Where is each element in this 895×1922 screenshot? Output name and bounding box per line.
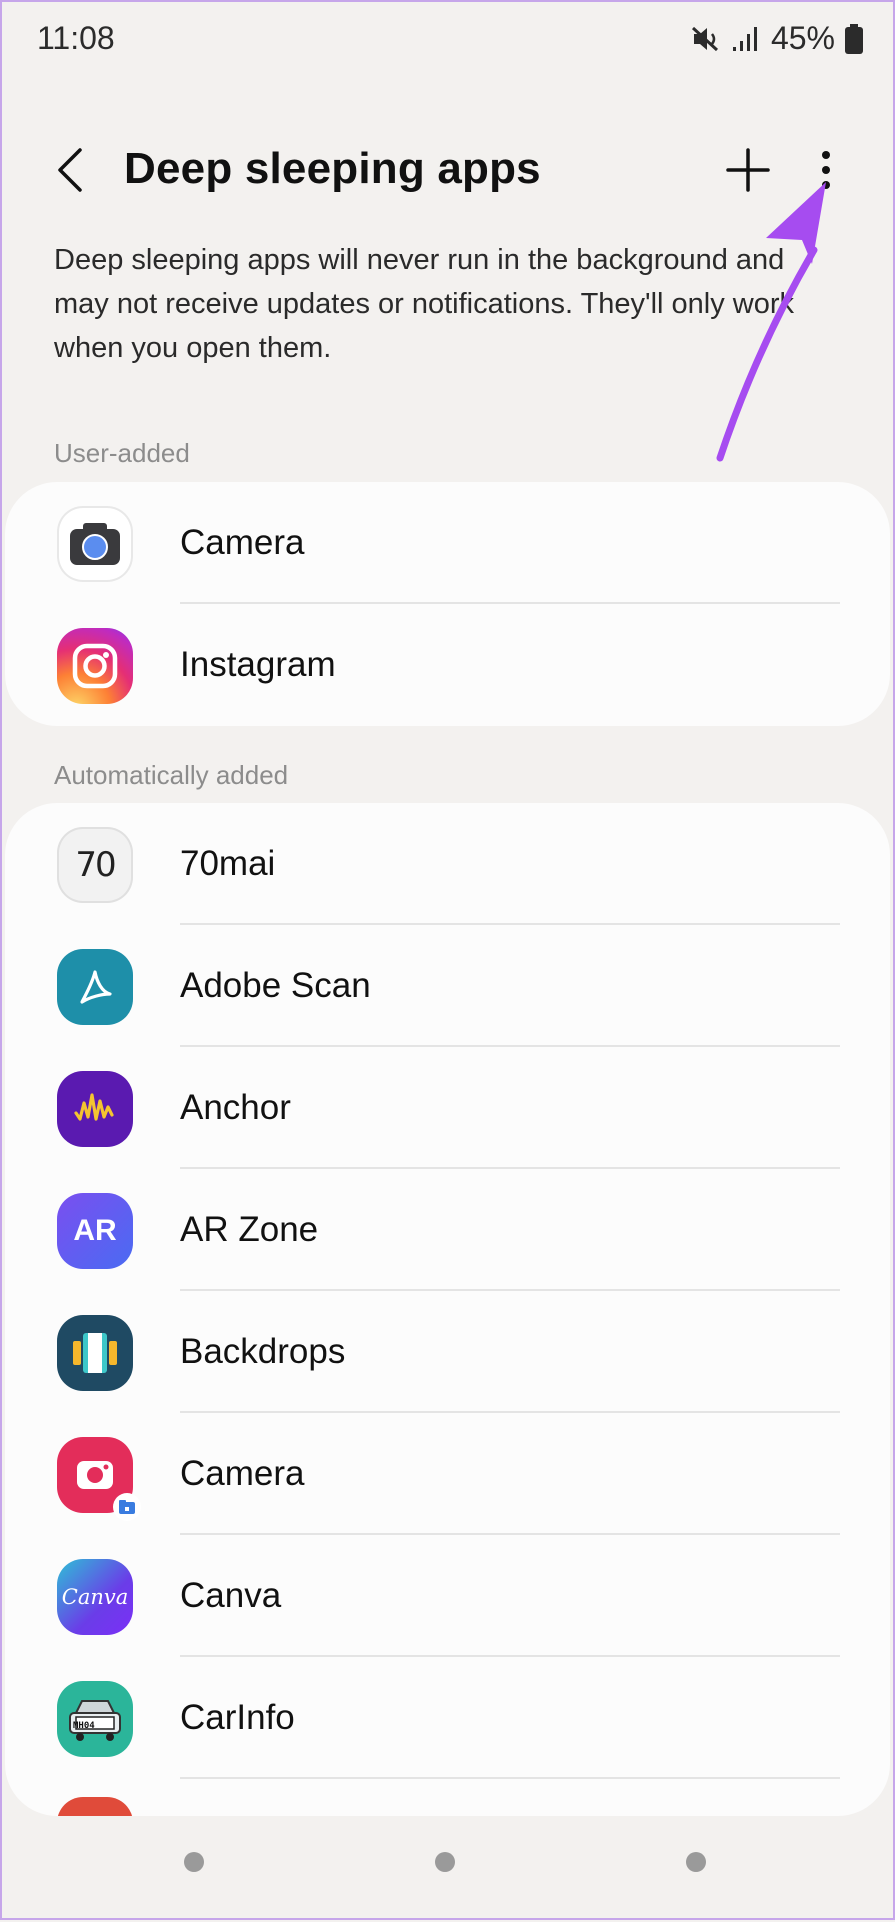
app-name: AR Zone	[180, 1210, 319, 1249]
back-icon	[56, 147, 84, 197]
app-name: Camera	[180, 523, 305, 562]
list-item-anchor[interactable]: Anchor	[5, 1047, 890, 1169]
app-name: 70mai	[180, 844, 276, 883]
secure-folder-badge-icon	[113, 1493, 141, 1521]
auto-added-card: 70 70mai Adobe Scan Anchor AR AR Zone Ba…	[5, 803, 890, 1816]
camera-secure-icon	[57, 1437, 141, 1521]
list-item-camera-secure[interactable]: Camera	[5, 1413, 890, 1535]
anchor-icon	[57, 1071, 133, 1147]
page-title: Deep sleeping apps	[124, 144, 541, 193]
battery-percent: 45%	[770, 20, 835, 56]
user-added-card: Camera Instagram	[5, 482, 890, 726]
more-vert-icon	[821, 150, 831, 195]
app-name: CarInfo	[180, 1698, 295, 1737]
plus-icon	[726, 147, 770, 197]
list-item-backdrops[interactable]: Backdrops	[5, 1291, 890, 1413]
app-name: Anchor	[180, 1088, 291, 1127]
list-item-ar-zone[interactable]: AR AR Zone	[5, 1169, 890, 1291]
status-time: 11:08	[37, 20, 115, 56]
list-item-70mai[interactable]: 70 70mai	[5, 803, 890, 925]
more-options-button[interactable]	[802, 144, 850, 200]
battery-icon	[845, 23, 863, 54]
status-bar: 11:08 45%	[2, 2, 893, 80]
status-icons: 45%	[691, 20, 863, 57]
list-item-camera[interactable]: Camera	[5, 482, 890, 604]
camera-icon	[57, 506, 133, 582]
section-label-automatically-added: Automatically added	[54, 760, 289, 790]
app-name: Canva	[180, 1576, 282, 1615]
section-label-user-added: User-added	[54, 438, 190, 468]
app-name: Instagram	[180, 645, 336, 684]
adobe-scan-icon	[57, 949, 133, 1025]
instagram-icon	[57, 628, 133, 704]
back-nav-button[interactable]	[686, 1852, 706, 1872]
mute-icon	[691, 25, 721, 53]
signal-icon	[731, 25, 761, 53]
add-app-button[interactable]	[722, 144, 774, 200]
back-button[interactable]	[50, 144, 90, 200]
canva-icon: Canva	[57, 1559, 133, 1635]
list-item-canva[interactable]: Canva Canva	[5, 1535, 890, 1657]
description-text: Deep sleeping apps will never run in the…	[54, 244, 795, 364]
app-name: Adobe Scan	[180, 966, 371, 1005]
app-name: Camera	[180, 1454, 305, 1493]
carinfo-icon: MH04	[57, 1681, 133, 1757]
recents-button[interactable]	[184, 1852, 204, 1872]
app-bar: Deep sleeping apps	[2, 122, 893, 222]
carinfo-plate-text: MH04	[73, 1721, 95, 1731]
list-item-carinfo[interactable]: MH04 CarInfo	[5, 1657, 890, 1779]
list-item-adobe-scan[interactable]: Adobe Scan	[5, 925, 890, 1047]
navigation-bar	[2, 1808, 893, 1918]
70mai-icon: 70	[57, 827, 133, 903]
70mai-logo-text: 70	[75, 845, 116, 885]
home-button[interactable]	[435, 1852, 455, 1872]
list-item-instagram[interactable]: Instagram	[5, 604, 890, 726]
ar-zone-logo-text: AR	[73, 1214, 117, 1247]
app-name: Backdrops	[180, 1332, 346, 1371]
canva-logo-text: Canva	[61, 1585, 129, 1609]
backdrops-icon	[57, 1315, 133, 1391]
ar-zone-icon: AR	[57, 1193, 133, 1269]
